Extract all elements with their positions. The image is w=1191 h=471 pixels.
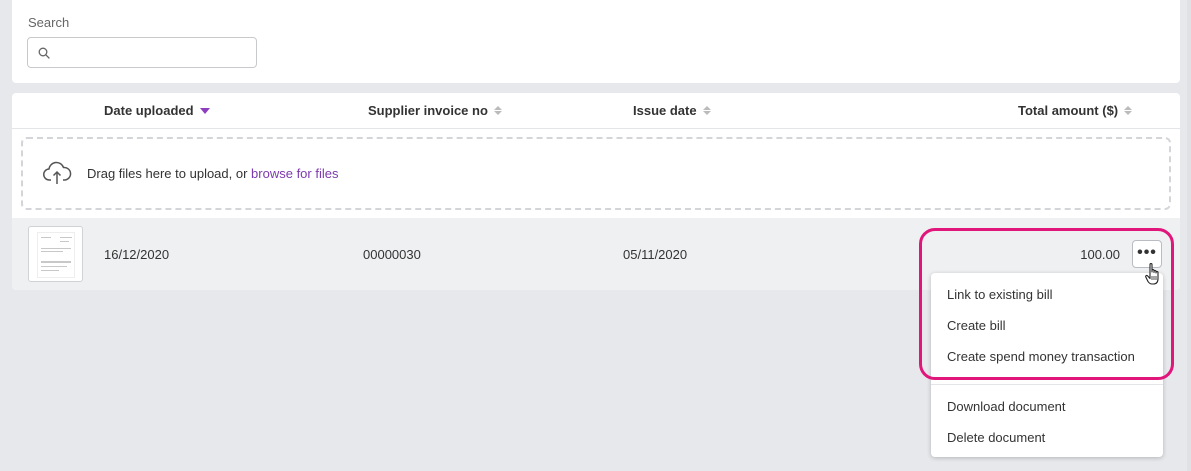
document-thumbnail[interactable] [28, 226, 83, 282]
column-header-label: Date uploaded [104, 103, 194, 118]
menu-item-create-bill[interactable]: Create bill [947, 318, 1006, 333]
browse-for-files-link[interactable]: browse for files [251, 166, 338, 181]
search-panel: Search [12, 0, 1180, 83]
issue-date-cell: 05/11/2020 [623, 247, 688, 262]
menu-divider [931, 384, 1163, 385]
search-input[interactable] [56, 38, 251, 67]
column-header-issue-date[interactable]: Issue date [633, 103, 711, 118]
column-header-date-uploaded[interactable]: Date uploaded [104, 103, 210, 118]
menu-item-create-spend-money-transaction[interactable]: Create spend money transaction [947, 349, 1135, 364]
row-actions-menu: Link to existing bill Create bill Create… [931, 273, 1163, 457]
scrollbar-track[interactable] [1187, 0, 1191, 471]
documents-table: Date uploaded Supplier invoice no Issue … [12, 93, 1180, 290]
menu-item-delete-document[interactable]: Delete document [947, 430, 1045, 445]
menu-item-download-document[interactable]: Download document [947, 399, 1066, 414]
search-box[interactable] [27, 37, 257, 68]
column-header-label: Issue date [633, 103, 697, 118]
column-header-label: Total amount ($) [1018, 103, 1119, 118]
upload-text: Drag files here to upload, or [87, 166, 252, 181]
column-header-label: Supplier invoice no [368, 103, 488, 118]
supplier-invoice-no-cell: 00000030 [363, 247, 421, 262]
sort-icon [493, 106, 502, 115]
search-icon [38, 47, 50, 59]
header-divider [12, 128, 1180, 129]
cloud-upload-icon [43, 161, 72, 184]
upload-dropzone[interactable]: Drag files here to upload, or browse for… [21, 137, 1171, 210]
upload-instructions: Drag files here to upload, or browse for… [87, 166, 338, 181]
sort-icon [702, 106, 711, 115]
sort-descending-icon [199, 107, 210, 114]
column-header-total-amount[interactable]: Total amount ($) [1018, 103, 1133, 118]
menu-item-link-to-existing-bill[interactable]: Link to existing bill [947, 287, 1053, 302]
total-amount-cell: 100.00 [1080, 247, 1120, 262]
search-label: Search [28, 15, 70, 30]
column-header-supplier-invoice-no[interactable]: Supplier invoice no [368, 103, 502, 118]
hand-pointer-icon [1145, 262, 1159, 285]
sort-icon [1124, 106, 1133, 115]
date-uploaded-cell: 16/12/2020 [104, 247, 170, 262]
